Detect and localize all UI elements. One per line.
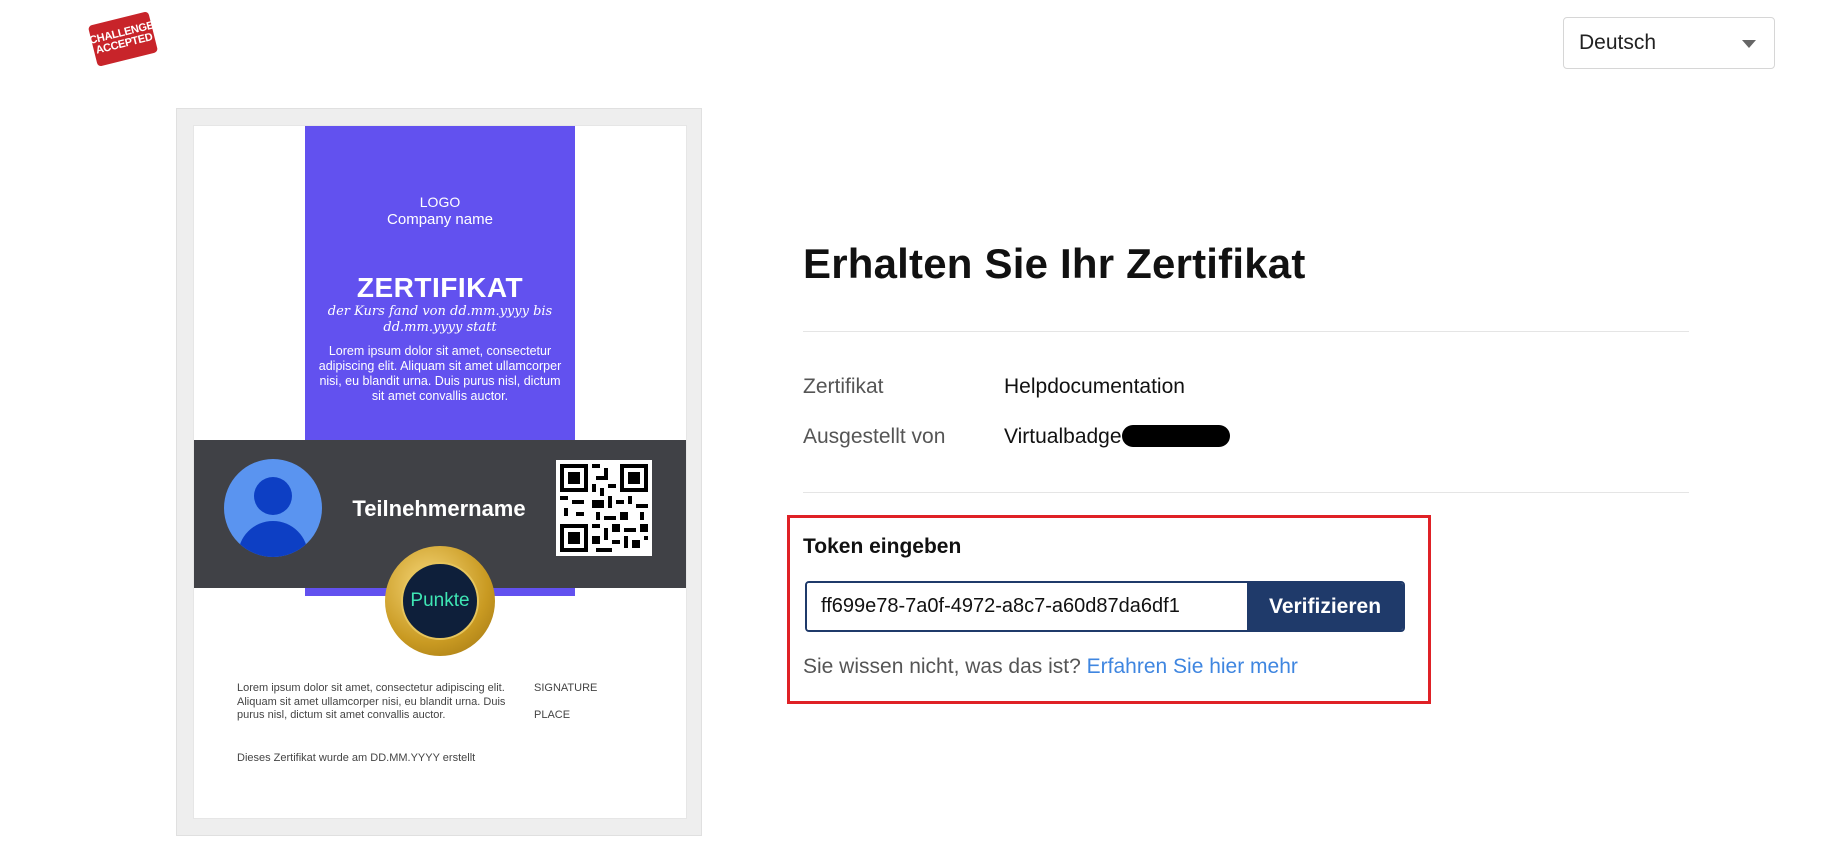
certificate-subtitle: der Kurs fand von dd.mm.yyyy bis dd.mm.y… (327, 304, 553, 335)
info-label-certificate: Zertifikat (803, 375, 884, 398)
token-input[interactable] (807, 583, 1247, 630)
redaction-mark (1122, 425, 1230, 447)
divider (803, 492, 1689, 493)
token-label: Token eingeben (803, 535, 962, 558)
info-label-issuer: Ausgestellt von (803, 425, 946, 448)
token-form: Verifizieren (805, 581, 1405, 632)
token-help-text: Sie wissen nicht, was das ist? (803, 655, 1081, 678)
info-value-certificate: Helpdocumentation (1004, 375, 1185, 398)
certificate-participant-name: Teilnehmername (352, 496, 526, 521)
medal-label: Punkte (401, 562, 479, 640)
medal-badge: Punkte (385, 546, 495, 656)
certificate-created-text: Dieses Zertifikat wurde am DD.MM.YYYY er… (237, 752, 476, 764)
certificate-title: ZERTIFIKAT (356, 272, 524, 303)
chevron-down-icon (1742, 40, 1756, 48)
brand-logo[interactable]: CHALLENGE ACCEPTED (87, 11, 159, 67)
info-value-issuer: Virtualbadge (1004, 425, 1122, 448)
language-selected-value: Deutsch (1579, 31, 1657, 54)
qr-code-icon (556, 460, 652, 556)
avatar-icon (224, 459, 322, 557)
token-help: Sie wissen nicht, was das ist? Erfahren … (803, 655, 1298, 679)
certificate-place-label: PLACE (534, 709, 571, 721)
page-title: Erhalten Sie Ihr Zertifikat (803, 240, 1306, 287)
learn-more-link[interactable]: Erfahren Sie hier mehr (1087, 655, 1298, 678)
verify-button[interactable]: Verifizieren (1247, 583, 1403, 630)
language-select[interactable]: Deutsch (1563, 17, 1775, 69)
divider (803, 331, 1689, 332)
certificate-paper: LOGO Company name ZERTIFIKAT der Kurs fa… (193, 125, 687, 819)
certificate-company-name: Company name (387, 211, 493, 228)
certificate-description: Lorem ipsum dolor sit amet, consectetur … (318, 344, 562, 403)
certificate-logo-text: LOGO (419, 194, 461, 210)
certificate-footer-text: Lorem ipsum dolor sit amet, consectetur … (237, 682, 506, 721)
certificate-preview: LOGO Company name ZERTIFIKAT der Kurs fa… (176, 108, 702, 836)
certificate-signature-label: SIGNATURE (534, 682, 598, 694)
